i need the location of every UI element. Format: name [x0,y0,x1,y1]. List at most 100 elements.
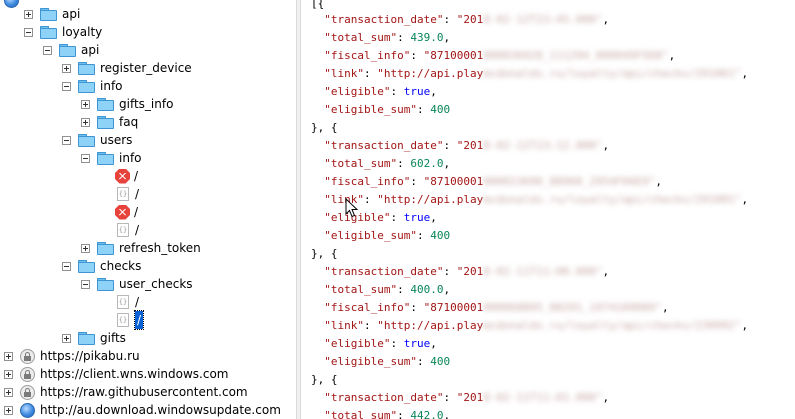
expand-toggle-icon[interactable] [4,405,13,415]
expand-toggle-icon[interactable] [4,351,13,361]
tree-node-label: api [81,43,100,57]
tree-leaf-error[interactable]: / [115,203,138,221]
tree-host-windowsupdate[interactable]: http://au.download.windowsupdate.com [4,401,281,419]
tree-host-label: https://client.wns.windows.com [40,367,229,381]
tree-leaf-label: / [135,295,140,309]
tree-node-users[interactable]: users [62,131,132,149]
folder-icon [78,79,95,93]
globe-icon [4,0,19,8]
tree-host-pikabu[interactable]: https://pikabu.ru [4,347,140,365]
tree-leaf-error[interactable]: / [115,167,138,185]
json-line: "link": "http://api.playmcdonalds.ru/loy… [324,319,749,332]
folder-icon [40,7,57,21]
tree-node-faq[interactable]: faq [81,113,138,131]
json-line: "link": "http://api.playmcdonalds.ru/loy… [324,193,749,206]
tree-node-gifts-info[interactable]: gifts_info [81,95,173,113]
expand-toggle-icon[interactable] [4,387,13,397]
tree-node-label: faq [119,115,139,129]
json-line: "eligible_sum": 400 [324,355,451,368]
lock-icon [20,384,35,400]
collapse-toggle-icon[interactable] [24,27,33,37]
collapse-toggle-icon[interactable] [62,135,71,145]
tree-node-loyalty[interactable]: loyalty [24,23,102,41]
tree-leaf-label: / [134,205,139,219]
tree-host-github[interactable]: https://raw.githubusercontent.com [4,383,248,401]
expand-toggle-icon[interactable] [62,333,71,343]
tree-host-label: https://pikabu.ru [40,349,140,363]
json-line: "total_sum": 602.0, [324,157,451,170]
globe-icon [20,402,35,418]
json-line: "total_sum": 400.0, [324,283,451,296]
tree-node-label: users [100,133,133,147]
json-line: }, { [311,373,338,386]
tree-node-info[interactable]: info [62,77,123,95]
json-file-icon: {} [117,313,129,327]
json-response-viewer[interactable]: [{ "transaction_date": "2018-02-12T23:45… [301,0,795,419]
json-line: "fiscal_info": "87100001000068895_88291_… [324,301,669,314]
collapse-toggle-icon[interactable] [81,153,90,163]
tree-leaf-json[interactable]: {} / [117,185,139,203]
json-line: "eligible_sum": 400 [324,103,451,116]
expand-toggle-icon[interactable] [62,63,71,73]
json-line: "eligible_sum": 400 [324,229,451,242]
endpoint-tree[interactable]: api loyalty api register_device info gif… [0,0,296,419]
folder-icon [97,277,114,291]
folder-icon [78,61,95,75]
folder-icon [78,331,95,345]
tree-node-register-device[interactable]: register_device [62,59,192,77]
tree-leaf-label: / [135,187,140,201]
tree-node-gifts[interactable]: gifts [62,329,126,347]
tree-node-label: user_checks [119,277,193,291]
tree-leaf-label: / [134,169,139,183]
folder-icon [78,259,95,273]
tree-leaf-label-selected: / [133,310,145,330]
tree-host-wns[interactable]: https://client.wns.windows.com [4,365,229,383]
tree-node-label: gifts [100,331,126,345]
tree-node-label: register_device [100,61,192,75]
tree-node-user-checks[interactable]: user_checks [81,275,193,293]
json-line: }, { [311,121,338,134]
tree-node-checks[interactable]: checks [62,257,141,275]
json-file-icon: {} [117,223,129,237]
tree-leaf-json[interactable]: {} / [117,221,139,239]
lock-icon [20,348,35,364]
tree-host-label: https://raw.githubusercontent.com [40,385,248,399]
tree-node-label: info [119,151,142,165]
tree-leaf-json[interactable]: {} / [117,293,139,311]
tree-node-label: info [100,79,123,93]
folder-icon [97,151,114,165]
tree-node-label: gifts_info [119,97,174,111]
expand-toggle-icon[interactable] [81,243,90,253]
collapse-toggle-icon[interactable] [62,81,71,91]
lock-icon [20,366,35,382]
collapse-toggle-icon[interactable] [43,45,52,55]
tree-node-refresh-token[interactable]: refresh_token [81,239,201,257]
json-line: "link": "http://api.playmcdonalds.ru/loy… [324,67,749,80]
json-line: "total_sum": 439.0, [324,31,451,44]
json-line: "transaction_date": "2018-02-11T11:01.00… [324,391,610,404]
json-line: "eligible": true, [324,85,437,98]
collapse-toggle-icon[interactable] [62,261,71,271]
expand-toggle-icon[interactable] [81,99,90,109]
tree-node-loyalty-api[interactable]: api [43,41,99,59]
expand-toggle-icon[interactable] [4,369,13,379]
json-line: "fiscal_info": "87100001000023690_88968_… [324,175,663,188]
json-line: "transaction_date": "2018-02-12T23:45.00… [324,13,610,26]
expand-toggle-icon[interactable] [81,117,90,127]
error-stop-icon [115,204,130,220]
mouse-pointer-icon [345,198,359,218]
json-line: "fiscal_info": "87100001000036928_111294… [324,49,676,62]
tree-node-api[interactable]: api [24,5,80,23]
tree-node-users-info[interactable]: info [81,149,142,167]
tree-leaf-json-selected[interactable]: {} / [117,310,145,330]
json-line: }, { [311,247,338,260]
tree-node-label: checks [100,259,142,273]
tree-node-label: loyalty [62,25,103,39]
expand-toggle-icon[interactable] [24,9,33,19]
error-stop-icon [115,168,130,184]
folder-icon [97,115,114,129]
tree-node-label: refresh_token [119,241,201,255]
collapse-toggle-icon[interactable] [81,279,90,289]
tree-host-row-partial[interactable] [4,0,24,9]
folder-icon [59,43,76,57]
